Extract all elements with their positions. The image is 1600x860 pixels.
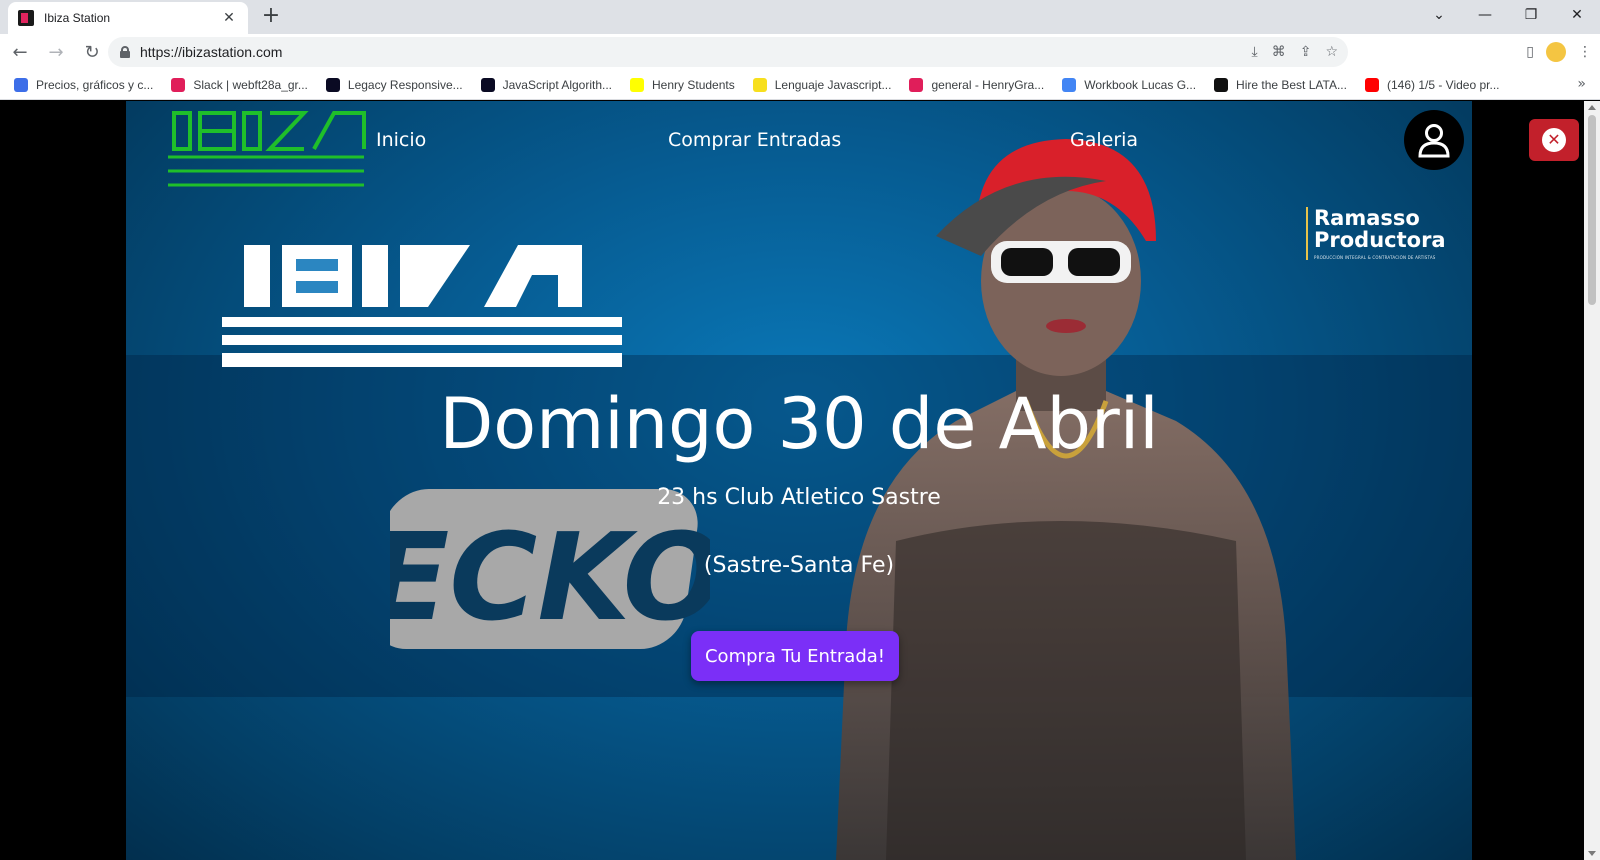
bookmark-label: Precios, gráficos y c... xyxy=(36,77,154,92)
forward-icon[interactable]: → xyxy=(40,36,72,68)
lock-icon[interactable] xyxy=(120,46,130,58)
nav-galeria[interactable]: Galeria xyxy=(1070,129,1138,151)
nav-comprar-entradas[interactable]: Comprar Entradas xyxy=(668,129,841,151)
bookmark-label: (146) 1/5 - Video pr... xyxy=(1386,77,1500,92)
browser-toolbar: ← → ↻ https://ibizastation.com ⤓ ⌘ ⇪ ☆ ▯… xyxy=(0,34,1600,70)
bookmark-favicon-icon xyxy=(1364,77,1379,92)
producer-tagline: PRODUCCIÓN INTEGRAL & CONTRATACIÓN DE AR… xyxy=(1314,255,1436,260)
bookmark-label: Legacy Responsive... xyxy=(347,77,463,92)
bookmark-item[interactable]: (146) 1/5 - Video pr... xyxy=(1364,77,1500,92)
back-icon[interactable]: ← xyxy=(4,36,36,68)
event-date: Domingo 30 de Abril xyxy=(439,383,1159,465)
nav-inicio[interactable]: Inicio xyxy=(376,129,426,151)
bookmark-label: Henry Students xyxy=(652,77,735,92)
reload-icon[interactable]: ↻ xyxy=(76,36,108,68)
tab-close-icon[interactable]: ✕ xyxy=(220,10,238,26)
side-panel-icon[interactable]: ▯ xyxy=(1526,44,1534,60)
close-button[interactable]: ✕ xyxy=(1529,119,1579,161)
event-location: (Sastre-Santa Fe) xyxy=(703,553,895,578)
bookmark-favicon-icon xyxy=(325,77,340,92)
bookmarks-bar: Precios, gráficos y c... Slack | webft28a… xyxy=(0,70,1600,100)
bookmark-favicon-icon xyxy=(752,77,767,92)
bookmark-item[interactable]: Precios, gráficos y c... xyxy=(14,77,154,92)
producer-logo: Ramasso Productora PRODUCCIÓN INTEGRAL &… xyxy=(1306,207,1446,260)
site-favicon-icon xyxy=(18,10,34,26)
restore-icon[interactable]: ❐ xyxy=(1508,0,1554,30)
producer-name-line2: Productora xyxy=(1314,228,1446,252)
bookmark-favicon-icon xyxy=(480,77,495,92)
page-scrollbar[interactable] xyxy=(1584,101,1600,860)
bookmark-label: Lenguaje Javascript... xyxy=(774,77,892,92)
minimize-icon[interactable]: — xyxy=(1462,0,1508,30)
bookmark-label: Workbook Lucas G... xyxy=(1084,77,1197,92)
artist-name: ECKO xyxy=(390,509,710,648)
bookmark-item[interactable]: Henry Students xyxy=(630,77,735,92)
bookmark-favicon-icon xyxy=(1214,77,1229,92)
bookmark-star-icon[interactable]: ☆ xyxy=(1325,44,1338,60)
address-bar[interactable]: https://ibizastation.com ⤓ ⌘ ⇪ ☆ xyxy=(108,37,1348,67)
bookmark-label: JavaScript Algorith... xyxy=(502,77,613,92)
window-close-icon[interactable]: ✕ xyxy=(1554,0,1600,30)
buy-ticket-button[interactable]: Compra Tu Entrada! xyxy=(691,631,899,681)
producer-name-line1: Ramasso xyxy=(1314,206,1420,230)
bookmark-item[interactable]: Legacy Responsive... xyxy=(325,77,463,92)
bookmarks-overflow-icon[interactable]: » xyxy=(1577,76,1586,92)
bookmark-favicon-icon xyxy=(14,77,28,92)
profile-avatar[interactable] xyxy=(1546,42,1566,62)
bookmark-favicon-icon xyxy=(1062,77,1077,92)
scroll-down-icon[interactable] xyxy=(1588,851,1596,856)
bookmark-item[interactable]: Hire the Best LATA... xyxy=(1214,77,1347,92)
bookmark-item[interactable]: Lenguaje Javascript... xyxy=(752,77,892,92)
new-tab-button[interactable]: + xyxy=(258,4,284,30)
page-viewport: Inicio Comprar Entradas Galeria EC xyxy=(0,101,1584,860)
bookmark-item[interactable]: Workbook Lucas G... xyxy=(1062,77,1197,92)
scroll-up-icon[interactable] xyxy=(1588,105,1596,110)
close-icon: ✕ xyxy=(1542,128,1566,152)
user-icon xyxy=(1418,124,1450,158)
user-account-icon[interactable] xyxy=(1404,110,1464,170)
bookmark-label: Hire the Best LATA... xyxy=(1236,77,1347,92)
window-controls: ⌄ — ❐ ✕ xyxy=(1416,0,1600,30)
browser-tab[interactable]: Ibiza Station ✕ xyxy=(8,2,248,34)
bookmark-label: Slack | webft28a_gr... xyxy=(193,77,308,92)
bookmark-label: general - HenryGra... xyxy=(931,77,1045,92)
bookmark-item[interactable]: general - HenryGra... xyxy=(909,77,1045,92)
translate-icon[interactable]: ⌘ xyxy=(1272,44,1286,60)
bookmark-favicon-icon xyxy=(630,77,645,92)
browser-tabstrip: Ibiza Station ✕ + ⌄ — ❐ ✕ xyxy=(0,0,1600,34)
menu-kebab-icon[interactable]: ⋮ xyxy=(1578,44,1592,60)
ibiza-station-big-logo xyxy=(222,245,622,367)
url-text[interactable]: https://ibizastation.com xyxy=(140,44,282,60)
hero-banner: Inicio Comprar Entradas Galeria EC xyxy=(126,101,1472,860)
tab-search-icon[interactable]: ⌄ xyxy=(1416,0,1462,30)
bookmark-item[interactable]: JavaScript Algorith... xyxy=(480,77,613,92)
install-app-icon[interactable]: ⤓ xyxy=(1252,44,1258,60)
bookmark-favicon-icon xyxy=(171,77,186,92)
event-time-venue: 23 hs Club Atletico Sastre xyxy=(657,485,941,510)
scroll-thumb[interactable] xyxy=(1588,115,1596,305)
ibiza-station-logo[interactable] xyxy=(164,109,374,191)
tab-title: Ibiza Station xyxy=(44,11,111,25)
share-icon[interactable]: ⇪ xyxy=(1300,44,1312,60)
bookmark-item[interactable]: Slack | webft28a_gr... xyxy=(171,77,308,92)
bookmark-favicon-icon xyxy=(909,77,924,92)
